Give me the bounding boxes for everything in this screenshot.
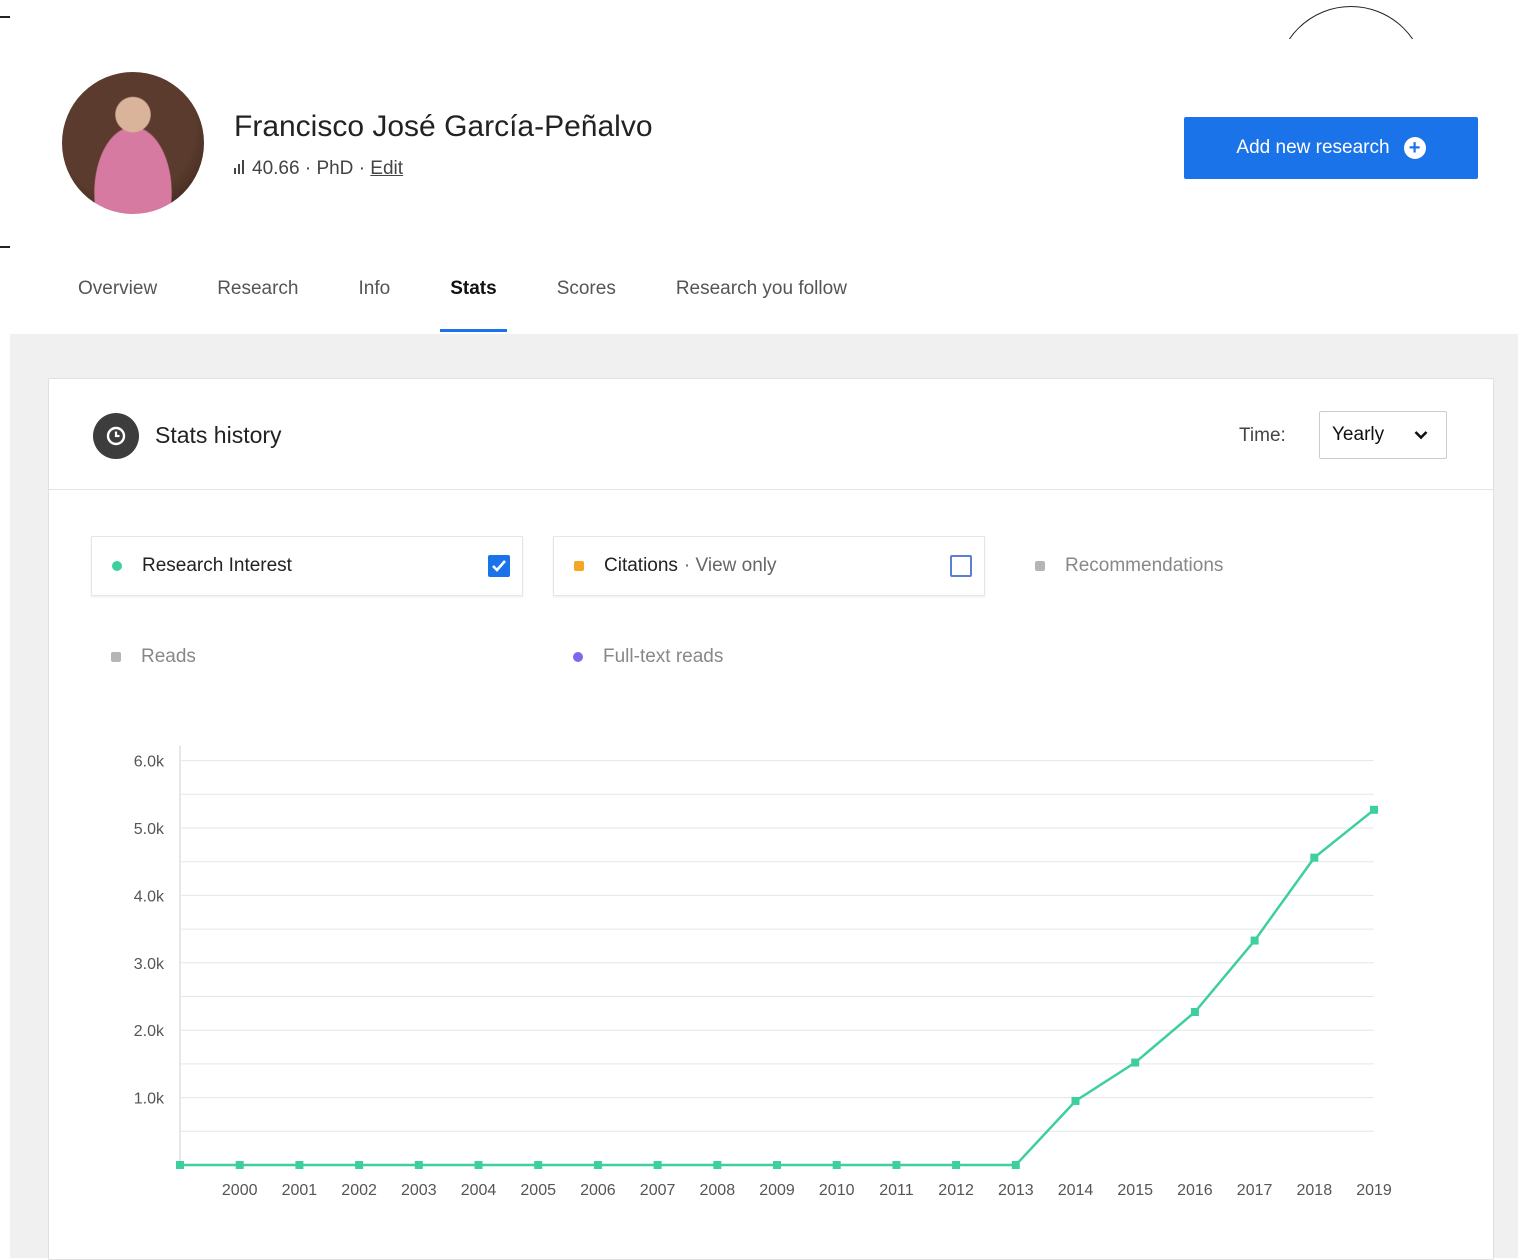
- metric-label: Citations: [604, 555, 678, 576]
- clock-icon: [93, 413, 139, 459]
- tab-research[interactable]: Research: [187, 272, 328, 332]
- metric-sublabel: · View only: [683, 555, 777, 576]
- reads-dot: [111, 652, 121, 662]
- metric-full-text-reads[interactable]: Full-text reads: [553, 627, 985, 687]
- edit-link[interactable]: Edit: [370, 158, 403, 179]
- metric-label: Research Interest: [142, 555, 292, 576]
- tab-scores[interactable]: Scores: [527, 272, 646, 332]
- tab-research-you-follow[interactable]: Research you follow: [646, 272, 877, 332]
- metric-label: Recommendations: [1065, 555, 1224, 576]
- metric-recommendations[interactable]: Recommendations: [1015, 536, 1447, 596]
- meta-separator: ·: [358, 158, 366, 179]
- full-text-reads-dot: [573, 652, 583, 662]
- time-label: Time:: [1239, 425, 1286, 446]
- profile-tabs: Overview Research Info Stats Scores Rese…: [48, 272, 877, 334]
- avatar[interactable]: [62, 72, 204, 214]
- checkmark-icon: [492, 560, 506, 572]
- citations-checkbox[interactable]: [950, 555, 972, 577]
- recommendations-dot: [1035, 561, 1045, 571]
- metric-citations[interactable]: Citations · View only: [553, 536, 985, 596]
- tab-info[interactable]: Info: [329, 272, 421, 332]
- add-new-research-label: Add new research: [1236, 137, 1390, 158]
- time-select-value: Yearly: [1332, 424, 1385, 445]
- add-new-research-button[interactable]: Add new research +: [1184, 117, 1478, 179]
- tab-overview[interactable]: Overview: [48, 272, 187, 332]
- stats-history-card: Stats history Time: Yearly Research Inte…: [48, 378, 1494, 1260]
- research-interest-dot: [112, 561, 122, 571]
- plus-circle-icon: +: [1403, 137, 1426, 159]
- card-title: Stats history: [155, 422, 282, 448]
- edge-mark-bottom: [0, 246, 10, 248]
- time-select[interactable]: Yearly: [1319, 411, 1447, 459]
- research-interest-checkbox[interactable]: [488, 555, 510, 577]
- metric-reads[interactable]: Reads: [91, 627, 523, 687]
- degree-value: PhD: [316, 158, 354, 179]
- profile-meta: 40.66 · PhD · Edit: [234, 158, 403, 180]
- metric-label: Full-text reads: [603, 646, 724, 667]
- card-header: Stats history Time: Yearly: [49, 379, 1493, 490]
- profile-name: Francisco José García-Peñalvo: [234, 110, 653, 143]
- chevron-down-icon: [1414, 431, 1428, 440]
- score-bars-icon: [234, 158, 246, 180]
- edge-mark-top: [0, 16, 10, 18]
- score-value: 40.66: [252, 158, 300, 179]
- tab-stats[interactable]: Stats: [420, 272, 526, 332]
- citations-dot: [574, 561, 584, 571]
- metric-label: Reads: [141, 646, 196, 667]
- meta-separator: ·: [304, 158, 312, 179]
- metric-research-interest[interactable]: Research Interest: [91, 536, 523, 596]
